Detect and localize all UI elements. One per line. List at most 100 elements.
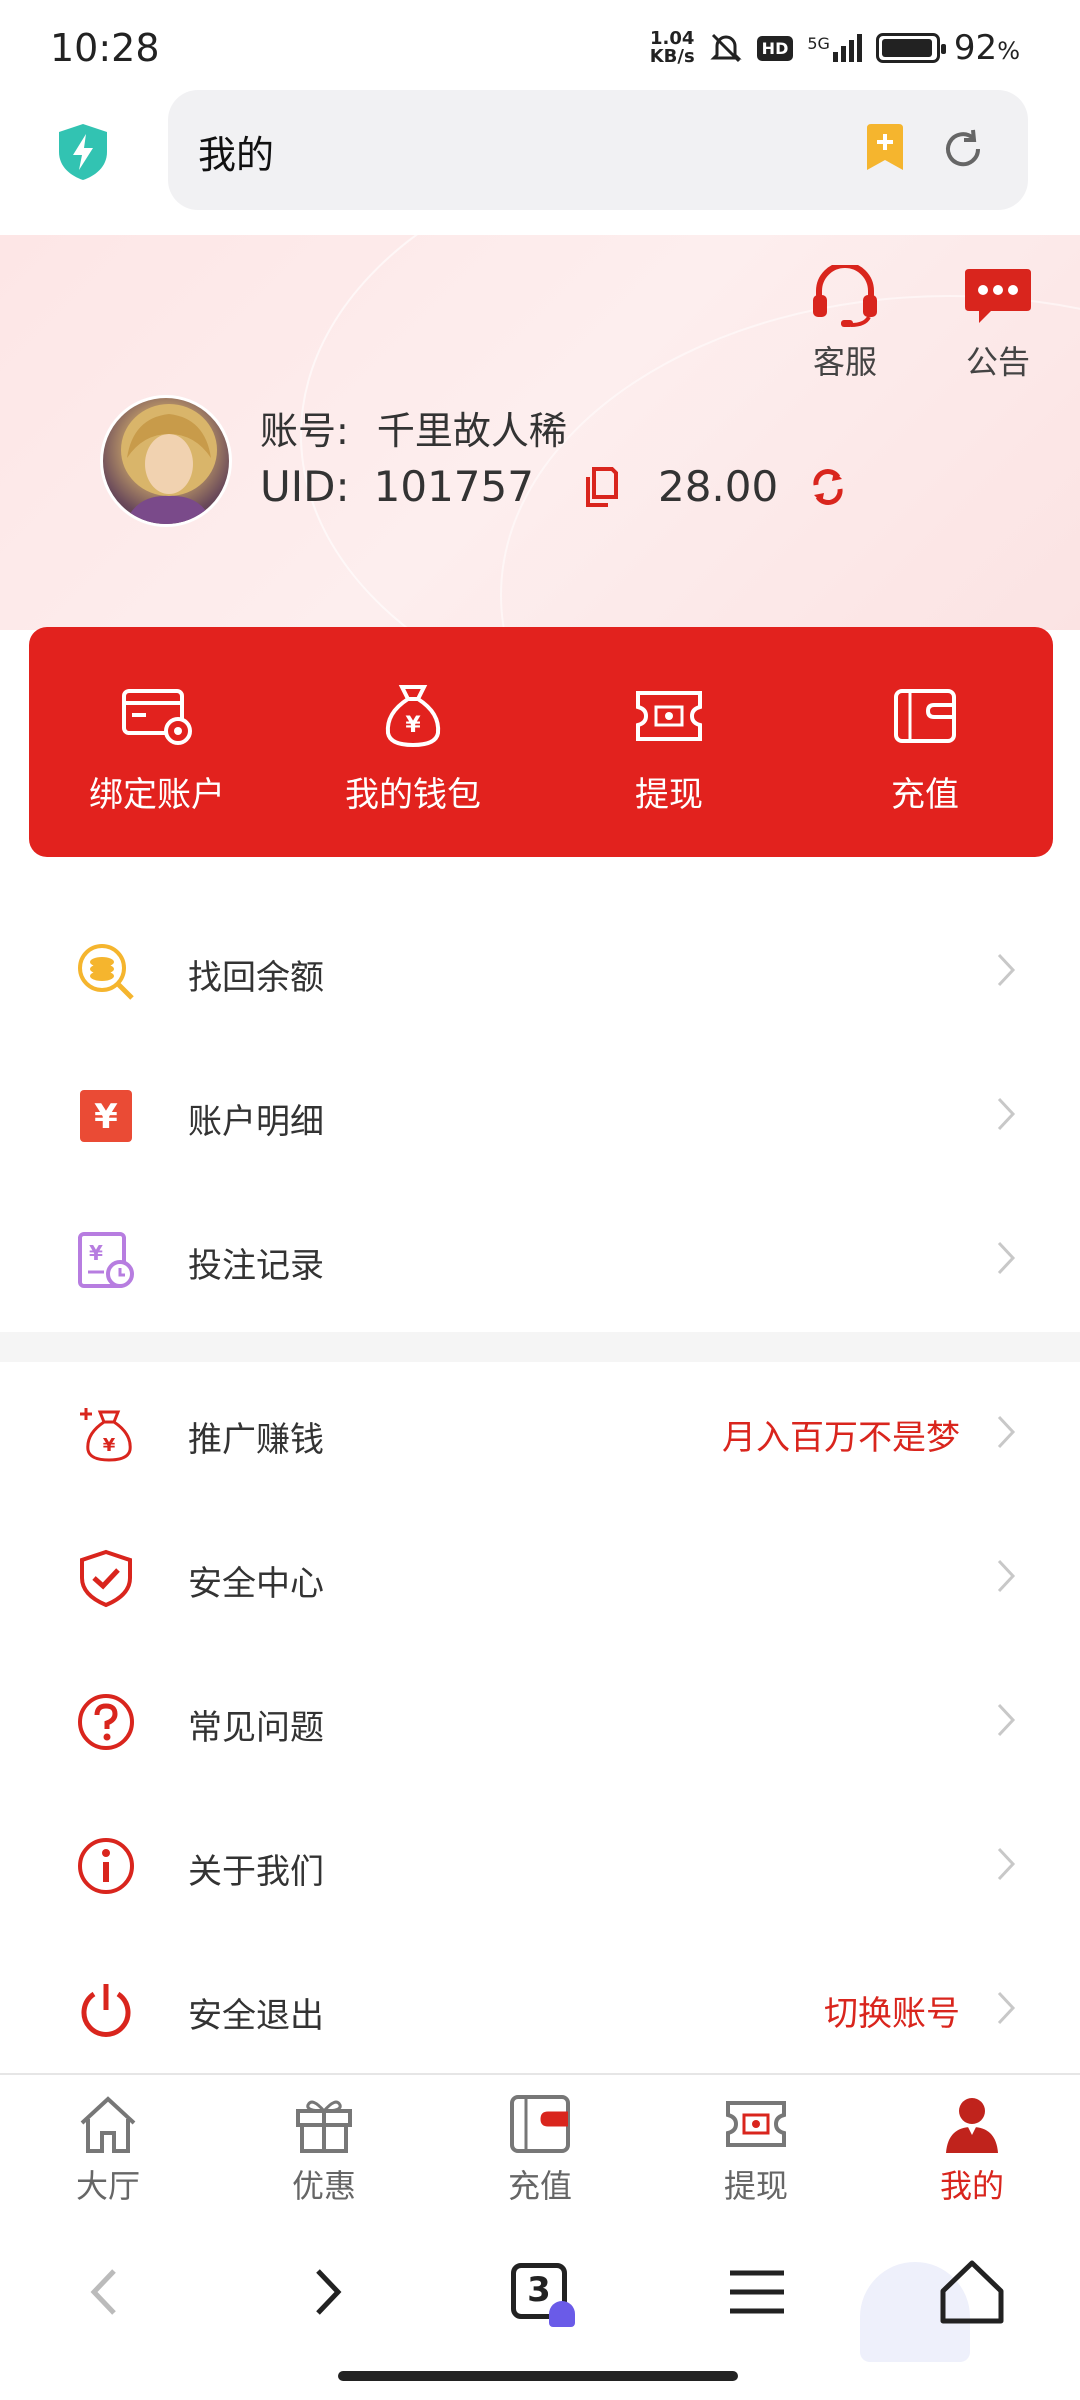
svg-text:¥: ¥	[103, 1435, 116, 1456]
action-label: 充值	[891, 775, 959, 815]
tab-mine[interactable]: 我的	[864, 2075, 1080, 2213]
shield-check-icon	[80, 1549, 132, 1608]
signal-indicator: 5G	[807, 34, 862, 62]
chevron-right-icon	[997, 1991, 1016, 2025]
question-circle-icon	[78, 1694, 134, 1750]
coin-search-icon	[78, 944, 134, 1000]
bookmark-add-icon[interactable]	[863, 124, 907, 172]
action-my-wallet[interactable]: ¥ 我的钱包	[285, 627, 541, 857]
menu-label: 找回余额	[188, 958, 324, 998]
tab-label: 提现	[723, 2167, 788, 2205]
menu-extra-text: 月入百万不是梦	[722, 1418, 960, 1458]
tab-label: 充值	[507, 2167, 572, 2205]
back-icon[interactable]	[72, 2257, 142, 2327]
hd-badge: HD	[756, 35, 794, 61]
notice-label: 公告	[965, 343, 1030, 381]
home-indicator[interactable]	[338, 2371, 738, 2381]
refresh-balance-icon[interactable]	[808, 467, 848, 507]
menu-label: 投注记录	[188, 1246, 324, 1286]
battery-percent: 92%	[953, 28, 1020, 68]
tab-lobby[interactable]: 大厅	[0, 2075, 216, 2213]
address-text: 我的	[198, 133, 275, 177]
browser-address-bar: 我的	[0, 90, 1080, 235]
cash-ticket-icon	[636, 691, 702, 741]
menu-group-2: ¥ 推广赚钱 月入百万不是梦 安全中心 常见问题 关于我们 安全退出 切换账号	[0, 1362, 1080, 2082]
tab-recharge[interactable]: 充值	[432, 2075, 648, 2213]
account-line: 账号: 千里故人稀	[260, 400, 567, 455]
card-gear-icon	[122, 689, 192, 745]
copy-icon[interactable]	[584, 466, 618, 507]
chevron-right-icon	[997, 1415, 1016, 1449]
menu-label: 推广赚钱	[188, 1420, 324, 1460]
menu-label: 账户明细	[188, 1102, 324, 1142]
section-divider	[0, 1332, 1080, 1362]
status-bar: 10:28 1.04 KB/s HD 5G 92%	[0, 0, 1080, 90]
chevron-right-icon	[997, 1847, 1016, 1881]
menu-item-about-us[interactable]: 关于我们	[0, 1794, 1080, 1938]
svg-text:¥: ¥	[94, 1097, 118, 1137]
menu-icon[interactable]	[722, 2257, 792, 2327]
action-recharge[interactable]: 充值	[797, 627, 1053, 857]
tab-label: 大厅	[75, 2167, 140, 2205]
customer-service-button[interactable]: 客服	[795, 262, 895, 383]
menu-label: 安全中心	[188, 1564, 324, 1604]
net-speed: 1.04 KB/s	[649, 28, 695, 67]
home-icon	[80, 2096, 136, 2153]
action-withdraw[interactable]: 提现	[541, 627, 797, 857]
chat-bubble-icon	[965, 269, 1031, 323]
tab-label: 我的	[939, 2167, 1004, 2205]
svg-text:¥: ¥	[405, 713, 421, 738]
battery-icon	[875, 33, 946, 63]
chevron-right-icon	[997, 1241, 1016, 1275]
chevron-right-icon	[997, 1559, 1016, 1593]
shield-icon[interactable]	[55, 122, 111, 182]
user-icon	[946, 2098, 998, 2153]
tab-withdraw[interactable]: 提现	[648, 2075, 864, 2213]
menu-item-account-details[interactable]: ¥ 账户明细	[0, 1044, 1080, 1188]
yuan-doc-icon: ¥	[80, 1090, 132, 1142]
reload-icon[interactable]	[940, 126, 986, 172]
profile-header: 客服 公告 账号: 千里故人稀 UID: 101757 28.00	[0, 235, 1080, 630]
chevron-right-icon	[997, 953, 1016, 987]
tab-label: 优惠	[291, 2167, 356, 2205]
headset-icon	[813, 262, 877, 327]
power-icon	[81, 1984, 131, 2037]
menu-label: 关于我们	[188, 1852, 324, 1892]
chevron-right-icon	[997, 1097, 1016, 1131]
mute-bell-icon	[710, 33, 742, 63]
tab-promotions[interactable]: 优惠	[216, 2075, 432, 2213]
menu-item-security-center[interactable]: 安全中心	[0, 1506, 1080, 1650]
menu-item-bet-records[interactable]: ¥ 投注记录	[0, 1188, 1080, 1332]
money-bag-icon: ¥	[385, 685, 441, 748]
switch-account-link[interactable]: 切换账号	[824, 1986, 960, 2035]
balance-value: 28.00	[657, 462, 779, 511]
action-bind-account[interactable]: 绑定账户	[29, 627, 285, 857]
tabs-button[interactable]: 3	[505, 2257, 575, 2327]
avatar[interactable]	[100, 395, 232, 527]
info-circle-icon	[78, 1838, 134, 1894]
bottom-tab-bar: 大厅 优惠 充值 提现 我的	[0, 2073, 1080, 2213]
avatar-image	[121, 404, 217, 524]
forward-icon[interactable]	[290, 2257, 360, 2327]
account-value: 千里故人稀	[376, 409, 567, 453]
notice-button[interactable]: 公告	[948, 265, 1048, 383]
cash-ticket-icon	[726, 2101, 786, 2147]
menu-item-promote[interactable]: ¥ 推广赚钱 月入百万不是梦	[0, 1362, 1080, 1506]
battery-level	[881, 39, 932, 57]
home-nav-icon[interactable]	[937, 2257, 1007, 2327]
menu-item-logout[interactable]: 安全退出 切换账号	[0, 1938, 1080, 2082]
action-label: 绑定账户	[89, 775, 225, 815]
bet-record-icon: ¥	[78, 1232, 134, 1288]
address-input[interactable]: 我的	[168, 90, 1028, 210]
menu-item-faq[interactable]: 常见问题	[0, 1650, 1080, 1794]
money-bag-plus-icon: ¥	[80, 1408, 132, 1462]
menu-item-recover-balance[interactable]: 找回余额	[0, 900, 1080, 1044]
svg-text:¥: ¥	[89, 1241, 103, 1265]
wallet-icon	[894, 689, 956, 743]
action-label: 提现	[635, 775, 703, 815]
menu-label: 安全退出	[188, 1996, 324, 2036]
menu-label: 常见问题	[188, 1708, 324, 1748]
action-label: 我的钱包	[345, 775, 481, 815]
customer-service-label: 客服	[812, 343, 877, 381]
uid-line: UID: 101757 28.00	[260, 462, 848, 511]
